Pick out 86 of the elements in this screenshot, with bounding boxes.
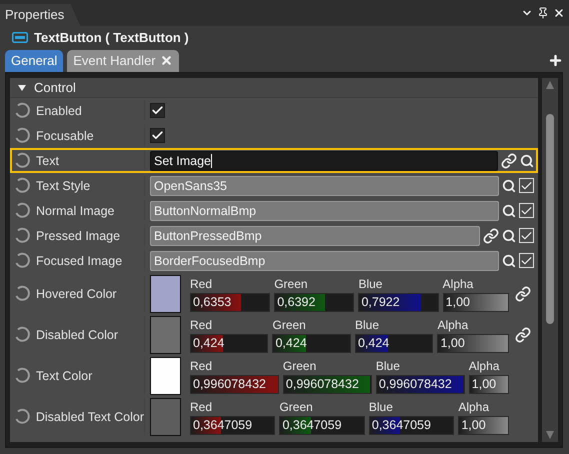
object-title: TextButton ( TextButton ) (34, 30, 189, 44)
channel-field[interactable]: 0,996078432 (376, 374, 465, 394)
channel-label: Blue (376, 358, 401, 374)
channel-label: Green (274, 276, 309, 292)
scroll-up-icon[interactable] (545, 80, 555, 90)
channel-field[interactable]: 0,7922 (358, 292, 439, 312)
channel-field[interactable]: 1,00 (458, 416, 509, 434)
property-field[interactable]: BorderFocusedBmp (150, 250, 499, 270)
triangle-icon (18, 84, 26, 90)
close-icon[interactable] (553, 7, 565, 19)
channel-field[interactable]: 0,6353 (190, 292, 270, 312)
channel-label: Green (279, 398, 314, 416)
search-icon[interactable] (502, 178, 516, 192)
search-icon[interactable] (520, 154, 534, 168)
pin-icon[interactable] (537, 7, 549, 19)
panel-title: Properties (0, 4, 80, 26)
search-icon[interactable] (502, 204, 516, 218)
channel-field[interactable]: 0,424 (272, 334, 351, 352)
color-swatch[interactable] (150, 398, 181, 436)
property-label: Text (36, 154, 59, 168)
property-field[interactable]: Set Image (150, 150, 498, 170)
reset-icon[interactable] (14, 408, 31, 425)
channel-field[interactable]: 0,996078432 (190, 374, 279, 394)
channel-field[interactable]: 0,424 (190, 334, 268, 352)
reset-icon[interactable] (14, 202, 31, 219)
property-label: Normal Image (36, 204, 114, 218)
channel-label: Blue (354, 316, 380, 334)
property-label: Text Color (36, 368, 92, 382)
color-swatch[interactable] (150, 316, 181, 354)
reset-icon[interactable] (14, 227, 31, 244)
color-swatch[interactable] (150, 356, 181, 394)
channel-label: Blue (368, 398, 394, 416)
scroll-down-icon[interactable] (545, 430, 555, 440)
channel-field[interactable]: 0,3647059 (190, 416, 276, 434)
tab[interactable]: General (5, 50, 64, 72)
reset-icon[interactable] (14, 177, 31, 194)
property-label: Disabled Text Color (36, 410, 144, 424)
channel-field[interactable]: 0,424 (354, 334, 434, 352)
text-field-icon (12, 32, 28, 42)
reset-icon[interactable] (14, 152, 31, 169)
property-field[interactable]: ButtonPressedBmp (150, 226, 480, 246)
reset-icon[interactable] (14, 326, 31, 343)
property-field[interactable]: OpenSans35 (150, 176, 499, 196)
link-icon[interactable] (501, 152, 517, 168)
property-label: Pressed Image (36, 228, 120, 242)
channel-label: Green (282, 358, 318, 374)
search-icon[interactable] (502, 254, 516, 268)
property-label: Focused Image (36, 254, 122, 268)
group-label: Control (34, 80, 76, 95)
add-icon[interactable] (548, 53, 563, 68)
property-label: Enabled (36, 104, 82, 118)
channel-label: Green (272, 316, 307, 334)
channel-label: Red (190, 358, 214, 374)
reset-icon[interactable] (14, 252, 31, 269)
channel-field[interactable]: 0,6392 (274, 292, 354, 312)
checkbox[interactable] (150, 128, 165, 143)
channel-label: Blue (358, 276, 384, 292)
reset-icon[interactable] (14, 127, 31, 144)
channel-field[interactable]: 0,996078432 (282, 374, 372, 394)
channel-field[interactable]: 1,00 (437, 334, 509, 352)
link-icon[interactable] (483, 228, 499, 244)
link-icon[interactable] (515, 286, 531, 302)
channel-field[interactable]: 0,3647059 (368, 416, 454, 434)
search-icon[interactable] (502, 228, 516, 242)
channel-label: Alpha (442, 276, 474, 292)
reset-icon[interactable] (14, 102, 31, 119)
checkbox[interactable] (150, 103, 165, 118)
property-label: Text Style (36, 178, 90, 192)
channel-label: Red (190, 276, 214, 292)
channel-label: Alpha (468, 358, 500, 374)
property-label: Hovered Color (36, 286, 117, 300)
link-icon[interactable] (515, 326, 531, 342)
property-field[interactable]: ButtonNormalBmp (150, 200, 499, 220)
property-label: Focusable (36, 128, 94, 142)
channel-label: Red (190, 398, 214, 416)
reset-icon[interactable] (14, 285, 31, 302)
channel-field[interactable]: 1,00 (442, 292, 509, 312)
channel-field[interactable]: 1,00 (468, 374, 510, 394)
property-label: Disabled Color (36, 328, 118, 342)
channel-label: Alpha (437, 316, 470, 334)
channel-field[interactable]: 0,3647059 (279, 416, 365, 434)
color-swatch[interactable] (150, 274, 181, 312)
channel-label: Red (190, 316, 214, 334)
scrollbar[interactable] (542, 78, 558, 442)
channel-label: Alpha (458, 398, 490, 416)
reset-icon[interactable] (14, 367, 31, 384)
